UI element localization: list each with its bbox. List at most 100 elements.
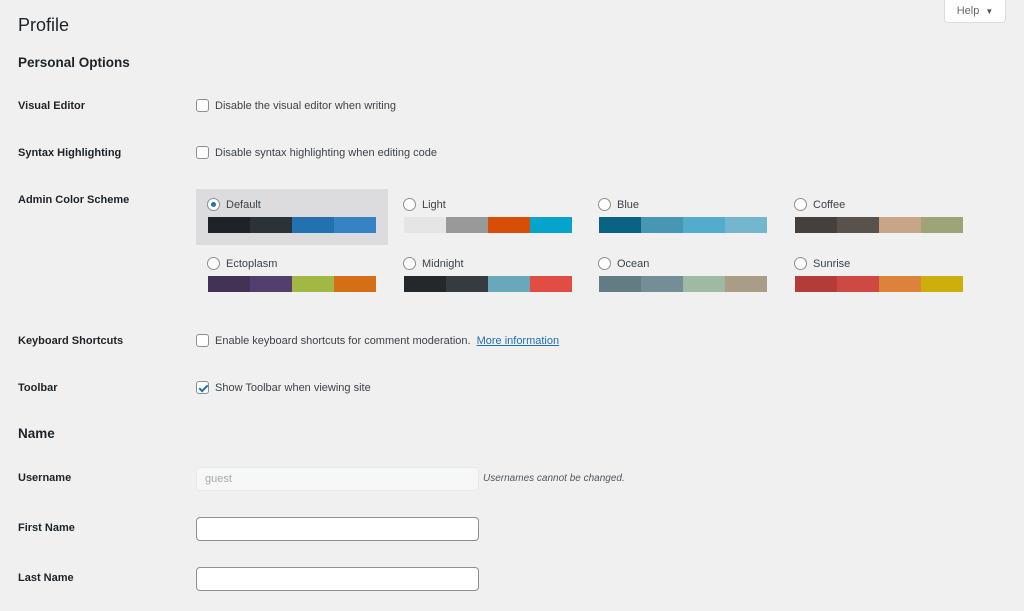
color-scheme-radio-sunrise[interactable] xyxy=(794,257,807,270)
color-scheme-header: Ocean xyxy=(598,256,779,271)
color-swatch xyxy=(725,276,767,292)
color-scheme-header: Sunrise xyxy=(794,256,975,271)
color-swatch xyxy=(599,276,641,292)
color-swatch xyxy=(837,217,879,233)
color-swatch-strip xyxy=(404,217,572,233)
color-swatch-strip xyxy=(208,276,376,292)
caret-down-icon: ▼ xyxy=(985,6,994,16)
color-scheme-name: Light xyxy=(422,198,446,211)
syntax-highlighting-option[interactable]: Disable syntax highlighting when editing… xyxy=(196,146,437,159)
toolbar-label: Toolbar xyxy=(18,382,58,394)
color-scheme-radio-light[interactable] xyxy=(403,198,416,211)
color-swatch xyxy=(921,276,963,292)
toolbar-option-text: Show Toolbar when viewing site xyxy=(215,381,371,394)
color-scheme-name: Default xyxy=(226,198,261,211)
name-heading: Name xyxy=(18,426,55,441)
color-scheme-name: Midnight xyxy=(422,257,464,270)
color-swatch xyxy=(599,217,641,233)
color-swatch xyxy=(208,217,250,233)
color-scheme-header: Light xyxy=(403,197,584,212)
color-scheme-default[interactable]: Default xyxy=(196,189,388,245)
color-swatch xyxy=(334,217,376,233)
color-scheme-ocean[interactable]: Ocean xyxy=(587,248,779,304)
visual-editor-option[interactable]: Disable the visual editor when writing xyxy=(196,99,396,112)
color-scheme-radio-blue[interactable] xyxy=(598,198,611,211)
visual-editor-option-text: Disable the visual editor when writing xyxy=(215,99,396,112)
username-description: Usernames cannot be changed. xyxy=(483,473,625,484)
first-name-input[interactable] xyxy=(196,517,479,541)
syntax-highlighting-option-text: Disable syntax highlighting when editing… xyxy=(215,146,437,159)
username-input xyxy=(196,467,479,491)
color-scheme-radio-midnight[interactable] xyxy=(403,257,416,270)
color-swatch xyxy=(250,217,292,233)
color-scheme-name: Ocean xyxy=(617,257,650,270)
color-swatch xyxy=(921,217,963,233)
color-swatch xyxy=(683,217,725,233)
color-scheme-blue[interactable]: Blue xyxy=(587,189,779,245)
color-swatch xyxy=(641,276,683,292)
color-swatch xyxy=(795,217,837,233)
color-swatch xyxy=(488,276,530,292)
color-scheme-header: Ectoplasm xyxy=(207,256,388,271)
keyboard-shortcuts-option: Enable keyboard shortcuts for comment mo… xyxy=(196,334,559,347)
color-swatch xyxy=(404,217,446,233)
color-swatch xyxy=(879,276,921,292)
username-label: Username xyxy=(18,472,72,484)
color-swatch xyxy=(446,276,488,292)
color-scheme-radio-default[interactable] xyxy=(207,198,220,211)
help-button[interactable]: Help ▼ xyxy=(944,0,1006,23)
color-swatch xyxy=(725,217,767,233)
color-scheme-sunrise[interactable]: Sunrise xyxy=(783,248,975,304)
color-scheme-radio-ectoplasm[interactable] xyxy=(207,257,220,270)
syntax-highlighting-label: Syntax Highlighting xyxy=(18,147,122,159)
color-swatch xyxy=(795,276,837,292)
toolbar-option[interactable]: Show Toolbar when viewing site xyxy=(196,381,371,394)
color-swatch-strip xyxy=(599,276,767,292)
color-swatch-strip xyxy=(795,217,963,233)
color-swatch xyxy=(683,276,725,292)
color-scheme-midnight[interactable]: Midnight xyxy=(392,248,584,304)
color-scheme-name: Coffee xyxy=(813,198,846,211)
color-swatch xyxy=(641,217,683,233)
visual-editor-label: Visual Editor xyxy=(18,100,86,112)
personal-options-heading: Personal Options xyxy=(18,55,130,70)
syntax-highlighting-checkbox[interactable] xyxy=(196,146,209,159)
color-scheme-light[interactable]: Light xyxy=(392,189,584,245)
keyboard-shortcuts-option-text: Enable keyboard shortcuts for comment mo… xyxy=(215,334,471,347)
color-scheme-radio-coffee[interactable] xyxy=(794,198,807,211)
color-swatch-strip xyxy=(599,217,767,233)
more-information-link[interactable]: More information xyxy=(477,335,560,347)
last-name-input[interactable] xyxy=(196,567,479,591)
color-scheme-ectoplasm[interactable]: Ectoplasm xyxy=(196,248,388,304)
toolbar-checkbox[interactable] xyxy=(196,381,209,394)
color-scheme-header: Coffee xyxy=(794,197,975,212)
color-swatch xyxy=(208,276,250,292)
color-scheme-radio-ocean[interactable] xyxy=(598,257,611,270)
color-scheme-name: Ectoplasm xyxy=(226,257,278,270)
last-name-label: Last Name xyxy=(18,572,74,584)
color-swatch xyxy=(334,276,376,292)
admin-color-scheme-label: Admin Color Scheme xyxy=(18,194,130,206)
color-swatch xyxy=(292,276,334,292)
color-swatch xyxy=(530,217,572,233)
keyboard-shortcuts-checkbox[interactable] xyxy=(196,334,209,347)
color-scheme-name: Sunrise xyxy=(813,257,851,270)
color-scheme-name: Blue xyxy=(617,198,640,211)
color-swatch xyxy=(292,217,334,233)
page-title: Profile xyxy=(18,15,70,35)
keyboard-shortcuts-label: Keyboard Shortcuts xyxy=(18,335,124,347)
color-swatch-strip xyxy=(795,276,963,292)
color-swatch-strip xyxy=(404,276,572,292)
color-swatch xyxy=(530,276,572,292)
color-scheme-header: Default xyxy=(207,197,388,212)
first-name-label: First Name xyxy=(18,522,75,534)
color-swatch xyxy=(879,217,921,233)
color-scheme-coffee[interactable]: Coffee xyxy=(783,189,975,245)
color-swatch xyxy=(488,217,530,233)
color-scheme-header: Blue xyxy=(598,197,779,212)
color-swatch xyxy=(446,217,488,233)
visual-editor-checkbox[interactable] xyxy=(196,99,209,112)
color-swatch xyxy=(250,276,292,292)
help-label: Help xyxy=(956,5,980,17)
color-swatch-strip xyxy=(208,217,376,233)
